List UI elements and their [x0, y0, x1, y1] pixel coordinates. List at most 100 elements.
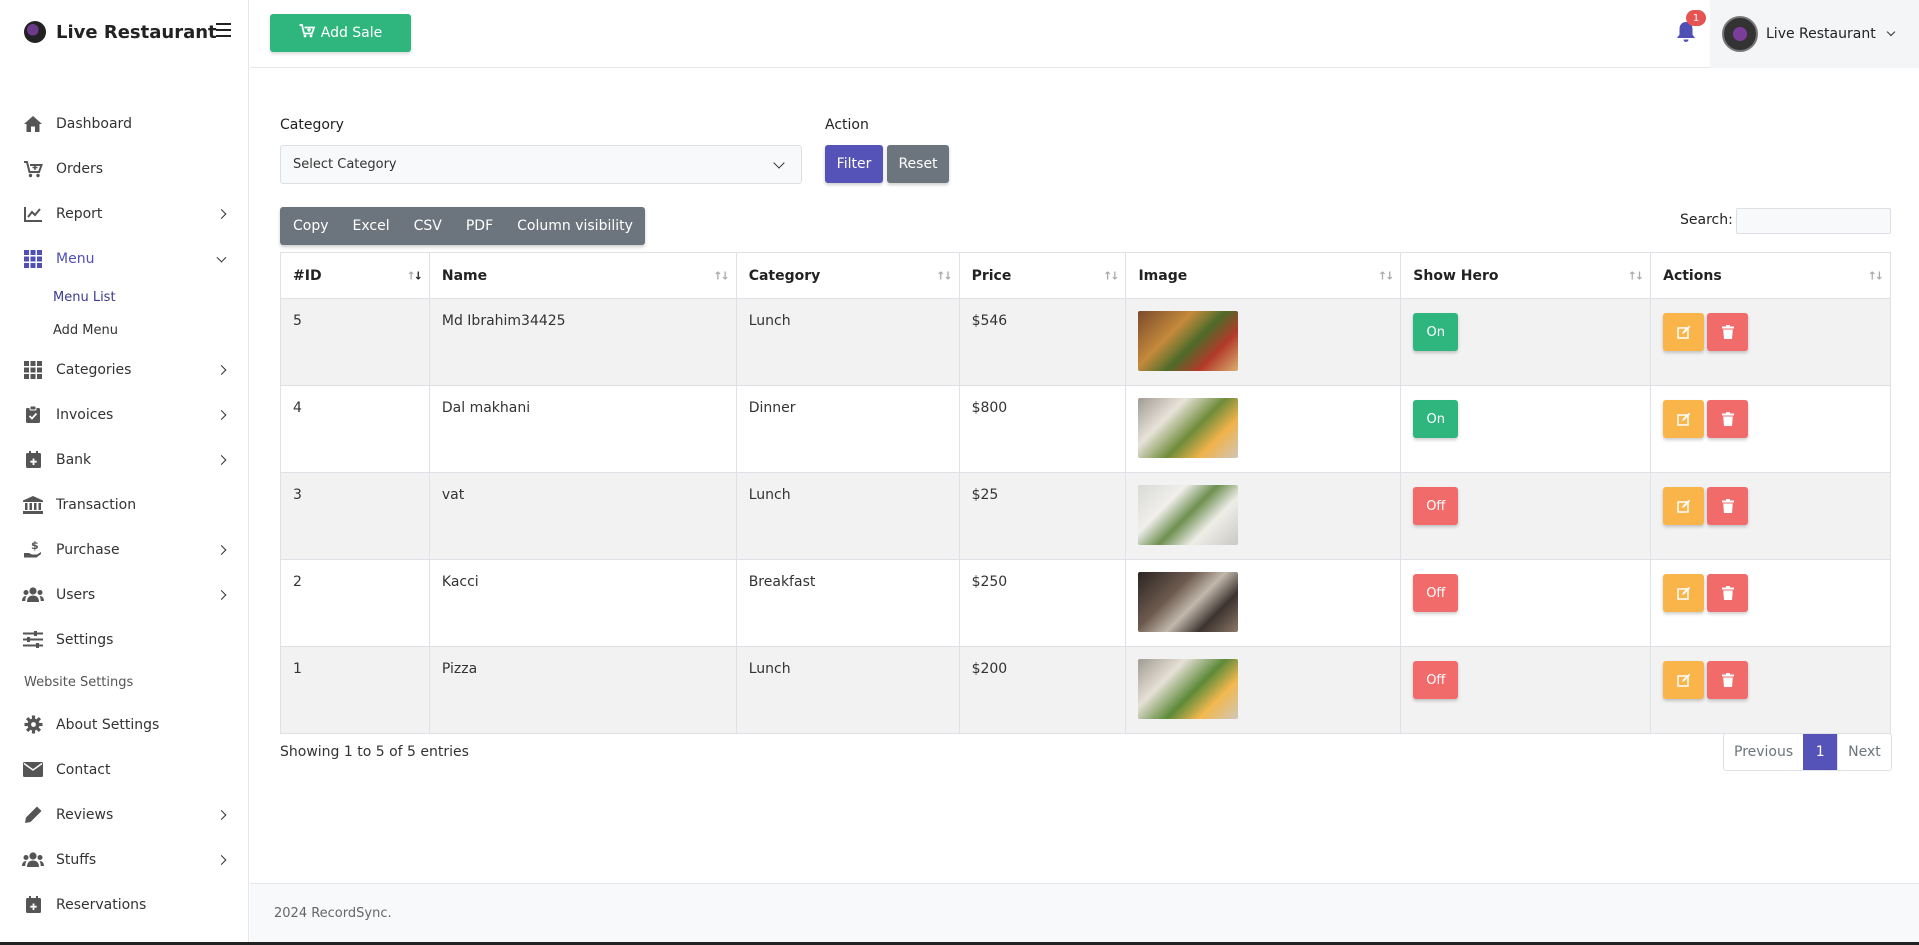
show-hero-toggle[interactable]: Off [1413, 487, 1459, 525]
sidebar-item-about-settings[interactable]: About Settings [0, 702, 249, 747]
bank-icon [22, 494, 44, 516]
sidebar-item-purchase[interactable]: $ Purchase [0, 527, 249, 572]
sidebar-item-reservations[interactable]: Reservations [0, 882, 249, 927]
sidebar-item-label: Dashboard [56, 115, 132, 132]
sidebar-item-label: Reservations [56, 896, 147, 913]
edit-button[interactable] [1663, 574, 1705, 612]
sort-icon: ↑↓ [406, 269, 423, 282]
pencil-icon [22, 804, 44, 826]
sidebar-subitem-add-menu[interactable]: Add Menu [0, 314, 249, 347]
filter-button[interactable]: Filter [825, 145, 883, 183]
sidebar-item-categories[interactable]: Categories [0, 347, 249, 392]
brand-title: Live Restaurant [56, 21, 217, 43]
show-hero-toggle[interactable]: On [1413, 400, 1459, 438]
sidebar-nav: Dashboard Orders Report Menu Menu List A… [0, 101, 249, 927]
sliders-icon [22, 629, 44, 651]
edit-button[interactable] [1663, 313, 1705, 351]
edit-button[interactable] [1663, 400, 1705, 438]
menu-item-image [1138, 398, 1239, 458]
sidebar-item-bank[interactable]: Bank [0, 437, 249, 482]
search-input[interactable] [1736, 208, 1891, 234]
sidebar-item-users[interactable]: Users [0, 572, 249, 617]
show-hero-toggle[interactable]: Off [1413, 574, 1459, 612]
sidebar-item-report[interactable]: Report [0, 191, 249, 236]
pagination: Previous 1 Next [1723, 733, 1892, 771]
category-select[interactable]: Select Category [280, 145, 802, 184]
delete-button[interactable] [1707, 574, 1749, 612]
clipboard-check-icon [22, 404, 44, 426]
sidebar-item-reviews[interactable]: Reviews [0, 792, 249, 837]
column-header-actions[interactable]: Actions ↑↓ [1650, 252, 1891, 299]
excel-button[interactable]: Excel [341, 207, 402, 245]
search-label: Search: [1680, 212, 1733, 228]
sidebar-item-contact[interactable]: Contact [0, 747, 249, 792]
cell-category: Lunch [735, 472, 960, 560]
menu-table: #ID ↑↓ Name ↑↓ Category ↑↓ Price ↑↓ Image ↑↓ … [280, 252, 1891, 734]
column-header-image[interactable]: Image ↑↓ [1125, 252, 1402, 299]
sidebar-item-label: Orders [56, 160, 104, 177]
website-settings-heading: Website Settings [24, 674, 134, 690]
edit-icon [1676, 325, 1690, 339]
chevron-right-icon [216, 544, 227, 555]
reset-button[interactable]: Reset [887, 145, 949, 183]
sidebar-item-label: Reviews [56, 806, 114, 823]
delete-button[interactable] [1707, 313, 1749, 351]
previous-page-button[interactable]: Previous [1724, 734, 1803, 770]
copy-button[interactable]: Copy [280, 207, 341, 245]
sidebar-item-dashboard[interactable]: Dashboard [0, 101, 249, 146]
next-page-button[interactable]: Next [1837, 734, 1891, 770]
menu-item-image [1138, 659, 1239, 719]
cell-name: Kacci [428, 559, 737, 647]
cell-price: $200 [958, 646, 1127, 734]
chevron-down-icon [773, 157, 785, 169]
chevron-right-icon [216, 409, 227, 420]
delete-button[interactable] [1707, 661, 1749, 699]
sidebar-item-menu[interactable]: Menu [0, 236, 249, 281]
grid-icon [22, 359, 44, 381]
cell-price: $800 [958, 385, 1127, 473]
column-header-name[interactable]: Name ↑↓ [428, 252, 737, 299]
top-bar: Add Sale 1 Live Restaurant [250, 0, 1919, 68]
sidebar-subitem-menu-list[interactable]: Menu List [0, 281, 249, 314]
add-sale-button[interactable]: Add Sale [270, 14, 411, 52]
sort-icon: ↑↓ [936, 269, 953, 282]
sidebar-item-label: Menu [56, 250, 95, 267]
sidebar-item-orders[interactable]: Orders [0, 146, 249, 191]
sidebar-item-stuffs[interactable]: Stuffs [0, 837, 249, 882]
sidebar-item-settings[interactable]: Settings [0, 617, 249, 662]
add-sale-label: Add Sale [320, 25, 383, 41]
column-header-id[interactable]: #ID ↑↓ [280, 252, 430, 299]
column-header-category[interactable]: Category ↑↓ [735, 252, 960, 299]
sidebar-item-invoices[interactable]: Invoices [0, 392, 249, 437]
column-header-price[interactable]: Price ↑↓ [958, 252, 1127, 299]
edit-button[interactable] [1663, 661, 1705, 699]
edit-button[interactable] [1663, 487, 1705, 525]
menu-item-image [1138, 572, 1239, 632]
cell-category: Breakfast [735, 559, 960, 647]
show-hero-toggle[interactable]: On [1413, 313, 1459, 351]
cell-price: $546 [958, 298, 1127, 386]
cell-id: 1 [280, 646, 430, 734]
cart-icon [22, 158, 44, 180]
user-menu[interactable]: Live Restaurant [1710, 0, 1919, 68]
cell-category: Lunch [735, 646, 960, 734]
cell-id: 3 [280, 472, 430, 560]
users-icon [22, 584, 44, 606]
column-visibility-button[interactable]: Column visibility [505, 207, 645, 245]
notification-badge: 1 [1686, 10, 1706, 26]
delete-button[interactable] [1707, 487, 1749, 525]
export-button-group: Copy Excel CSV PDF Column visibility [280, 207, 645, 245]
sidebar-item-label: Users [56, 586, 96, 603]
csv-button[interactable]: CSV [402, 207, 454, 245]
brand[interactable]: Live Restaurant [24, 21, 217, 43]
hamburger-menu-icon[interactable] [216, 23, 231, 37]
pdf-button[interactable]: PDF [454, 207, 505, 245]
delete-button[interactable] [1707, 400, 1749, 438]
show-hero-toggle[interactable]: Off [1413, 661, 1459, 699]
sidebar: Live Restaurant Dashboard Orders Report … [0, 0, 249, 945]
sort-icon: ↑↓ [713, 269, 730, 282]
column-header-show-hero[interactable]: Show Hero ↑↓ [1400, 252, 1652, 299]
footer: 2024 RecordSync. [250, 883, 1919, 942]
page-1-button[interactable]: 1 [1803, 734, 1838, 770]
sidebar-item-transaction[interactable]: Transaction [0, 482, 249, 527]
